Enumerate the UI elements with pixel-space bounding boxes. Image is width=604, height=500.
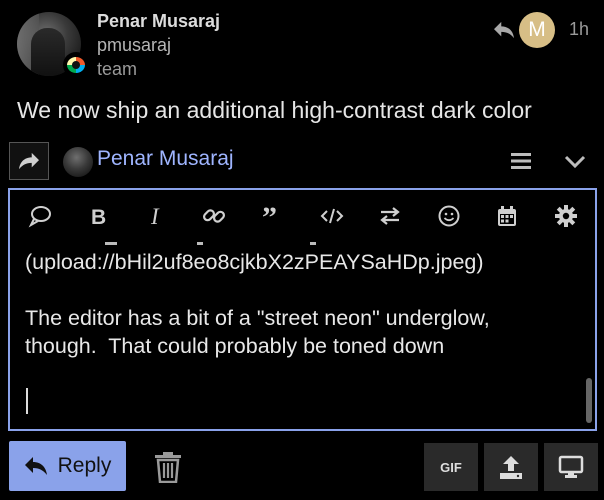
svg-text:B: B [91,206,106,228]
poster-name[interactable]: Penar Musaraj [97,11,220,32]
editor-content[interactable]: (upload://bHil2uf8eo8cjkbX2zPEAYSaHDp.jp… [25,248,585,360]
toggle-preview-button[interactable] [544,443,598,491]
emoji-icon[interactable] [437,204,461,228]
reply-button[interactable]: Reply [9,441,126,491]
post-date[interactable]: 1h [569,19,589,40]
editor-toolbar: B I ” [10,190,595,244]
reply-icon [24,457,47,475]
composer-editor[interactable]: B I ” (upload://bHil2uf8eo8cjkbX2zPEAYSa… [8,188,597,431]
reply-to-avatar [63,147,93,177]
reply-button-label: Reply [57,454,112,477]
quote-icon[interactable] [28,204,52,228]
poster-group[interactable]: team [97,59,137,80]
desktop-icon [558,455,584,478]
reply-action-button[interactable] [9,142,49,180]
editor-scrollbar[interactable] [586,378,592,423]
editor-line: (upload://bHil2uf8eo8cjkbX2zPEAYSaHDp.jp… [25,250,484,274]
calendar-icon[interactable] [495,204,519,228]
editor-line: The editor has a bit of a "street neon" … [25,306,490,330]
italic-icon[interactable]: I [144,204,168,228]
arrows-icon[interactable] [378,204,402,228]
gear-icon[interactable] [554,204,578,228]
user-status-icon [63,52,89,78]
upload-button[interactable] [484,443,538,491]
code-icon[interactable] [320,204,344,228]
svg-text:”: ” [262,204,277,228]
chevron-down-icon[interactable] [563,149,587,173]
share-arrow-icon [19,152,39,170]
svg-text:I: I [150,204,160,228]
bold-icon[interactable]: B [86,204,110,228]
link-icon[interactable] [202,204,226,228]
poster-username[interactable]: pmusaraj [97,35,171,56]
text-cursor [26,388,28,414]
reply-to-name[interactable]: Penar Musaraj [97,147,234,171]
upload-icon [500,456,522,479]
reply-to-user-avatar[interactable]: M [519,12,555,48]
editor-line: though. That could probably be toned dow… [25,334,445,358]
scrolled-text-fragment [105,242,316,245]
hamburger-menu-icon[interactable] [509,149,533,173]
gif-button-label: GIF [440,459,462,475]
blockquote-icon[interactable]: ” [261,204,285,228]
reply-to-arrow-icon [494,21,514,39]
trash-icon[interactable] [154,451,182,483]
gif-button[interactable]: GIF [424,443,478,491]
post-body: We now ship an additional high-contrast … [17,97,532,123]
